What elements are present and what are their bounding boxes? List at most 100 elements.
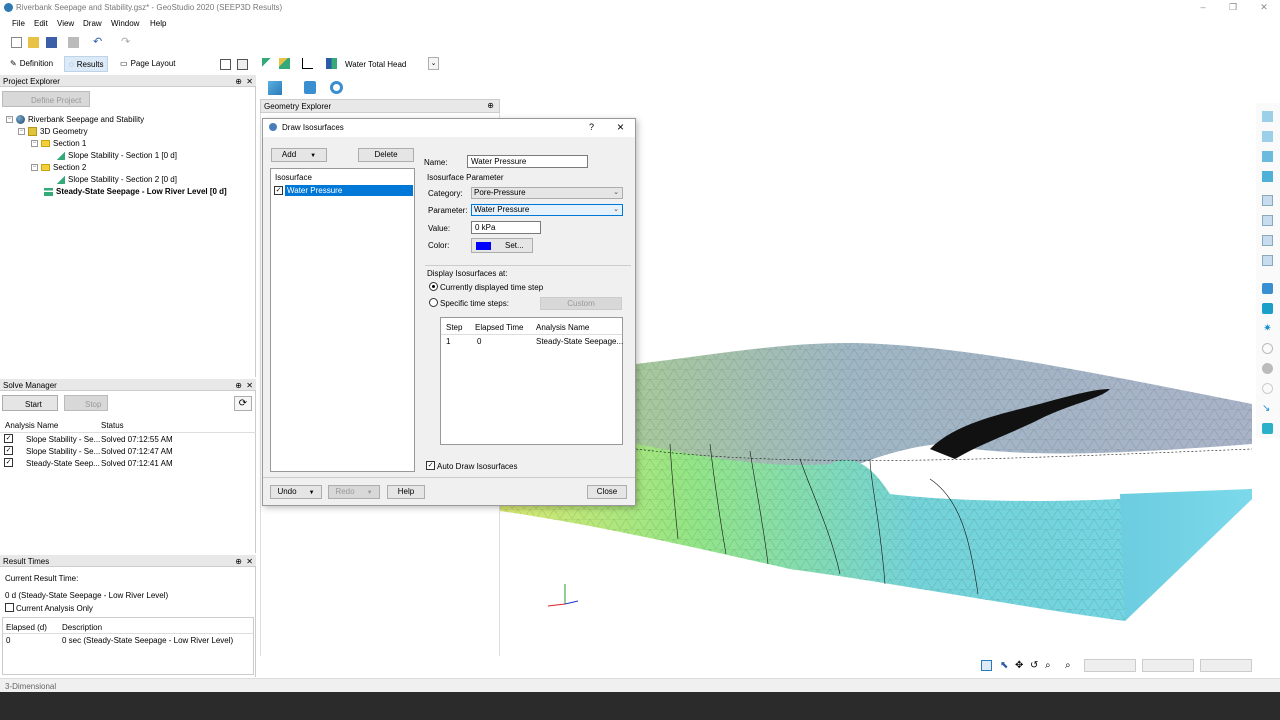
- select-pointer-icon[interactable]: ⬉: [1000, 660, 1011, 671]
- close-window-button[interactable]: ✕: [1257, 1, 1271, 13]
- view-bottom-icon[interactable]: [1262, 215, 1273, 226]
- tree-section1-analysis[interactable]: Slope Stability - Section 1 [0 d]: [56, 150, 177, 161]
- tree-section2[interactable]: − Section 2: [31, 162, 86, 173]
- definition-button[interactable]: ✎ Definition: [6, 56, 57, 72]
- minimize-button[interactable]: –: [1196, 1, 1210, 13]
- results-button[interactable]: ◌ Results: [64, 56, 109, 72]
- grid-toggle-icon[interactable]: [981, 660, 992, 671]
- open-folder-icon[interactable]: [28, 37, 39, 48]
- color-set-button[interactable]: Set...: [471, 238, 533, 253]
- delete-button[interactable]: Delete: [358, 148, 414, 162]
- start-button[interactable]: Start: [2, 395, 58, 411]
- table-icon[interactable]: [237, 59, 248, 70]
- tree-seepage-analysis[interactable]: Steady-State Seepage - Low River Level […: [44, 186, 227, 197]
- contour-fill-icon[interactable]: [279, 58, 290, 69]
- new-file-icon[interactable]: [11, 37, 22, 48]
- close-button[interactable]: Close: [587, 485, 627, 499]
- view-3d-icon[interactable]: [268, 81, 282, 95]
- graph-icon[interactable]: [302, 58, 313, 69]
- zoom-icon[interactable]: ⌕: [1045, 660, 1056, 671]
- undo-icon[interactable]: ↶: [93, 37, 104, 48]
- page-layout-button[interactable]: ▭ Page Layout: [116, 56, 180, 72]
- add-button[interactable]: Add ▼: [271, 148, 327, 162]
- tree-root[interactable]: − Riverbank Seepage and Stability: [6, 114, 144, 125]
- collapse-icon[interactable]: −: [31, 140, 38, 147]
- view-left-icon[interactable]: [1262, 151, 1273, 162]
- close-panel-icon[interactable]: ✕: [246, 381, 253, 390]
- collapse-icon[interactable]: −: [6, 116, 13, 123]
- help-button[interactable]: Help: [387, 485, 425, 499]
- view-reset-icon[interactable]: [1262, 255, 1273, 266]
- arrow-icon[interactable]: ↘: [1262, 403, 1273, 414]
- print-icon[interactable]: [68, 37, 79, 48]
- grid-icon[interactable]: [220, 59, 231, 70]
- menu-window[interactable]: Window: [111, 19, 139, 28]
- legend-icon[interactable]: [326, 58, 337, 69]
- rotate-icon[interactable]: ↺: [1030, 660, 1041, 671]
- tree-section2-analysis[interactable]: Slope Stability - Section 2 [0 d]: [56, 174, 177, 185]
- close-panel-icon[interactable]: ✕: [246, 77, 253, 86]
- redo-icon[interactable]: ↷: [121, 37, 132, 48]
- current-analysis-only-checkbox[interactable]: [5, 603, 14, 612]
- status-box-1: [1084, 659, 1136, 672]
- specific-timesteps-radio[interactable]: [429, 298, 438, 307]
- category-select[interactable]: Pore-Pressure ⌄: [471, 187, 623, 199]
- restore-button[interactable]: ❐: [1226, 1, 1240, 13]
- list-item-checkbox[interactable]: ✓: [274, 186, 283, 195]
- menu-view[interactable]: View: [57, 19, 74, 28]
- view-iso-icon[interactable]: [1262, 235, 1273, 246]
- solve-manager-panel: Solve Manager ⊕ ✕ Start Stop ⟳ Analysis …: [0, 379, 256, 553]
- tree-section1[interactable]: − Section 1: [31, 138, 86, 149]
- name-input[interactable]: Water Pressure: [467, 155, 588, 168]
- collapse-icon[interactable]: −: [31, 164, 38, 171]
- menu-help[interactable]: Help: [150, 19, 166, 28]
- custom-button[interactable]: Custom: [540, 297, 622, 310]
- current-timestep-radio[interactable]: [429, 282, 438, 291]
- settings-gear-icon[interactable]: [330, 81, 343, 94]
- menu-edit[interactable]: Edit: [34, 19, 48, 28]
- save-icon[interactable]: [46, 37, 57, 48]
- list-item[interactable]: ✓ Water Pressure: [274, 185, 414, 196]
- dialog-help-icon[interactable]: ?: [589, 122, 594, 132]
- solid-view-icon[interactable]: [1262, 283, 1273, 294]
- cube-view-icon[interactable]: [304, 81, 316, 94]
- view-right-icon[interactable]: [1262, 171, 1273, 182]
- row-checkbox[interactable]: ✓: [4, 458, 13, 467]
- sphere-icon[interactable]: [1262, 343, 1273, 354]
- pin-icon[interactable]: ⊕: [235, 77, 242, 86]
- value-input[interactable]: 0 kPa: [471, 221, 541, 234]
- undo-button[interactable]: Undo ▼: [270, 485, 322, 499]
- result-variable-dropdown[interactable]: ⌄: [428, 57, 439, 70]
- table-row[interactable]: 1 0 Steady-State Seepage...: [441, 336, 623, 347]
- chevron-down-icon: ⌄: [613, 206, 619, 213]
- sphere-outline-icon[interactable]: [1262, 383, 1273, 394]
- menu-draw[interactable]: Draw: [83, 19, 102, 28]
- parameter-select[interactable]: Water Pressure ⌄: [471, 204, 623, 216]
- pin-icon[interactable]: ⊕: [235, 557, 242, 566]
- light-icon[interactable]: ✷: [1262, 323, 1273, 334]
- stop-button[interactable]: Stop: [64, 395, 108, 411]
- collapse-icon[interactable]: −: [18, 128, 25, 135]
- view-front-icon[interactable]: [1262, 111, 1273, 122]
- menu-file[interactable]: File: [12, 19, 25, 28]
- tree-geometry[interactable]: − 3D Geometry: [18, 126, 88, 137]
- sphere-solid-icon[interactable]: [1262, 363, 1273, 374]
- wireframe-icon[interactable]: [1262, 303, 1273, 314]
- redo-button[interactable]: Redo ▼: [328, 485, 380, 499]
- box-icon[interactable]: [1262, 423, 1273, 434]
- refresh-icon[interactable]: ⟳: [234, 396, 252, 411]
- view-back-icon[interactable]: [1262, 131, 1273, 142]
- pin-icon[interactable]: ⊕: [487, 101, 494, 110]
- row-checkbox[interactable]: ✓: [4, 434, 13, 443]
- table-row[interactable]: 0 0 sec (Steady-State Seepage - Low Rive…: [3, 635, 253, 646]
- contour-icon[interactable]: [262, 58, 273, 69]
- pan-icon[interactable]: ✥: [1015, 660, 1026, 671]
- auto-draw-checkbox[interactable]: ✓: [426, 461, 435, 470]
- dialog-close-icon[interactable]: ×: [617, 120, 624, 134]
- row-checkbox[interactable]: ✓: [4, 446, 13, 455]
- zoom-region-icon[interactable]: ⌕: [1065, 660, 1076, 671]
- close-panel-icon[interactable]: ✕: [246, 557, 253, 566]
- view-top-icon[interactable]: [1262, 195, 1273, 206]
- pin-icon[interactable]: ⊕: [235, 381, 242, 390]
- define-project-button[interactable]: Define Project: [2, 91, 90, 107]
